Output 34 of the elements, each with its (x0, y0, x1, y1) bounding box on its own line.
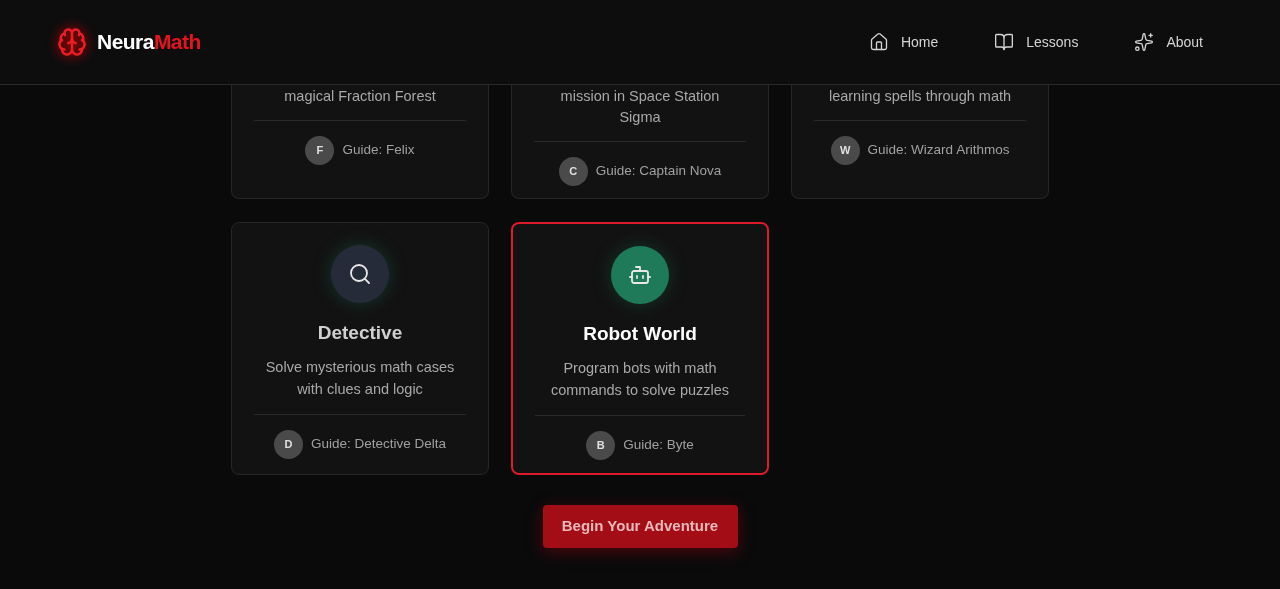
guide-avatar: C (558, 157, 588, 186)
world-title: Robot World (583, 322, 697, 346)
world-description: Sigma (619, 108, 661, 127)
world-card[interactable]: Detective Solve mysterious math cases with clues and logic D Guide: Detective Delta (231, 222, 489, 475)
guide-avatar: D (273, 429, 303, 459)
guide-avatar: B (586, 430, 616, 460)
nav-link[interactable]: About (1134, 31, 1203, 53)
world-card[interactable]: magical Fraction Forest F Guide: Felix (231, 85, 489, 199)
world-card[interactable]: Robot World Program bots with math commands to solve puzzles B Guide: Byte (511, 222, 769, 475)
guide-avatar: W (830, 136, 860, 165)
begin-adventure-button[interactable]: Begin Your Adventure (542, 505, 738, 548)
guide-name: Guide: Wizard Arithmos (867, 141, 1010, 160)
world-description: learning spells through math (828, 87, 1012, 106)
world-description: Program bots with math commands to solve puzzles (549, 358, 731, 400)
guide-name: Guide: Byte (623, 435, 694, 454)
world-title: Detective (317, 321, 403, 345)
brain-logo-icon (57, 27, 87, 57)
world-card[interactable]: learning spells through math W Guide: Wizard Arithmos (791, 85, 1049, 199)
nav-link[interactable]: Home (868, 31, 939, 53)
world-description: magical Fraction Forest (284, 87, 436, 106)
book-icon (994, 32, 1015, 52)
robot-icon (628, 263, 652, 287)
guide-name: Guide: Detective Delta (310, 434, 447, 453)
world-description: Solve mysterious math cases with clues and logic (264, 357, 456, 399)
nav-link[interactable]: Lessons (994, 31, 1079, 53)
world-card[interactable]: mission in Space Station Sigma C Guide: Captain Nova (511, 85, 769, 199)
world-description: mission in Space Station (560, 87, 720, 106)
guide-name: Guide: Felix (342, 141, 415, 160)
guide-avatar: F (305, 136, 335, 165)
sparkles-icon (1134, 32, 1155, 52)
guide-name: Guide: Captain Nova (595, 162, 722, 181)
logo-text[interactable]: NeuraMath (97, 26, 201, 58)
search-icon (348, 262, 372, 286)
home-icon (868, 32, 889, 52)
